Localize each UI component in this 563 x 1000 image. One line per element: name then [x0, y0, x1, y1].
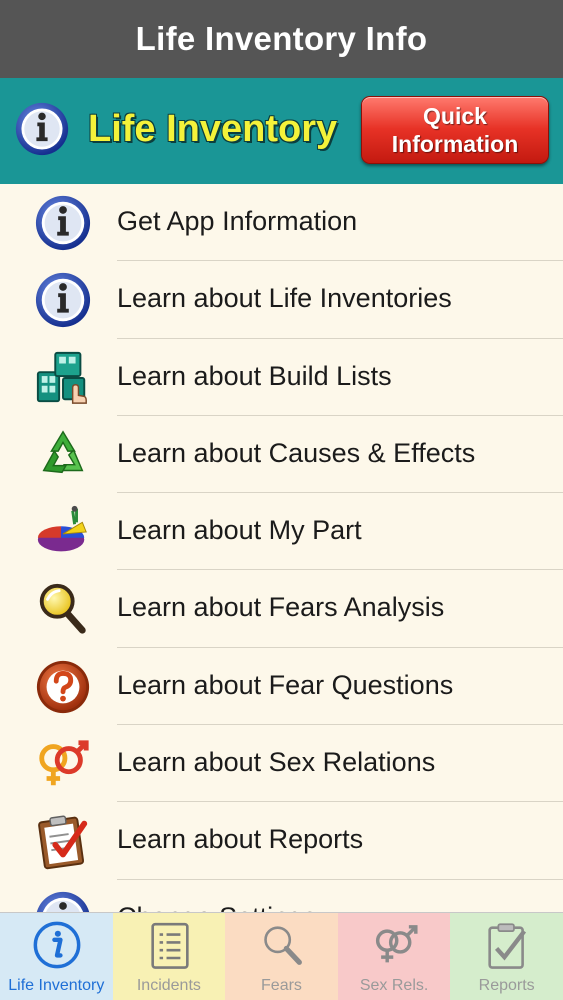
info-icon — [14, 101, 70, 157]
list-item-label: Learn about Sex Relations — [117, 747, 436, 778]
list-item-sex-relations[interactable]: Learn about Sex Relations — [0, 725, 563, 803]
list-item-build-lists[interactable]: Learn about Build Lists — [0, 339, 563, 416]
nav-title: Life Inventory Info — [135, 20, 428, 57]
tab-label: Sex Rels. — [359, 977, 429, 994]
magnifier-icon — [256, 919, 308, 971]
tab-label: Life Inventory — [8, 977, 105, 994]
clipboard-icon — [34, 812, 92, 870]
tab-label: Fears — [261, 977, 302, 994]
list-item-label: Learn about Fears Analysis — [117, 592, 445, 623]
quick-button-line1: Quick — [423, 103, 487, 129]
list-icon — [144, 919, 196, 971]
info-icon — [34, 271, 92, 329]
list-item-label: Get App Information — [117, 206, 358, 236]
list-item-label: Learn about Life Inventories — [117, 283, 452, 314]
list-item-label: Learn about Reports — [117, 824, 364, 855]
tab-label: Incidents — [136, 977, 201, 994]
list-item-label: Learn about Causes & Effects — [117, 437, 476, 468]
list-item-life-inventories[interactable]: Learn about Life Inventories — [0, 261, 563, 339]
magnifier-icon — [34, 580, 92, 638]
list-item-fears-analysis[interactable]: Learn about Fears Analysis — [0, 570, 563, 648]
quick-information-button[interactable]: Quick Information — [361, 96, 549, 164]
clipboard-icon — [481, 919, 533, 971]
quick-button-line2: Information — [391, 131, 519, 157]
tab-reports[interactable]: Reports — [450, 912, 563, 1000]
list-item-label: Learn about Build Lists — [117, 360, 392, 391]
list-item-label: Change Settings — [117, 902, 317, 912]
list-item-fear-questions[interactable]: Learn about Fear Questions — [0, 648, 563, 726]
info-icon — [34, 194, 92, 252]
list-item-reports[interactable]: Learn about Reports — [0, 802, 563, 880]
tab-life-inventory[interactable]: Life Inventory — [0, 912, 113, 1000]
tab-incidents[interactable]: Incidents — [112, 912, 226, 1000]
gender-icon — [34, 735, 92, 793]
tab-bar: Life Inventory Incidents Fears Sex Rels.… — [0, 912, 563, 1000]
question-icon — [34, 658, 92, 716]
nav-bar: Life Inventory Info — [0, 0, 563, 78]
info-icon — [31, 919, 83, 971]
header-title: Life Inventory — [88, 108, 338, 150]
list-item-change-settings[interactable]: Change Settings — [0, 880, 563, 912]
tab-sex-rels[interactable]: Sex Rels. — [337, 912, 451, 1000]
info-list: Get App Information Learn about Life Inv… — [0, 184, 563, 912]
tab-label: Reports — [478, 977, 535, 994]
info-icon — [34, 890, 92, 912]
list-item-get-app-information[interactable]: Get App Information — [0, 184, 563, 262]
list-item-causes-effects[interactable]: Learn about Causes & Effects — [0, 416, 563, 494]
list-item-label: Learn about Fear Questions — [117, 669, 454, 700]
recycle-icon — [34, 426, 92, 484]
app-header: Life Inventory Quick Information — [0, 78, 563, 184]
build-lists-icon — [34, 349, 92, 407]
gender-icon — [369, 919, 421, 971]
list-item-my-part[interactable]: Learn about My Part — [0, 493, 563, 571]
tab-fears[interactable]: Fears — [225, 912, 338, 1000]
list-item-label: Learn about My Part — [117, 515, 362, 546]
pie-chart-icon — [34, 503, 92, 561]
